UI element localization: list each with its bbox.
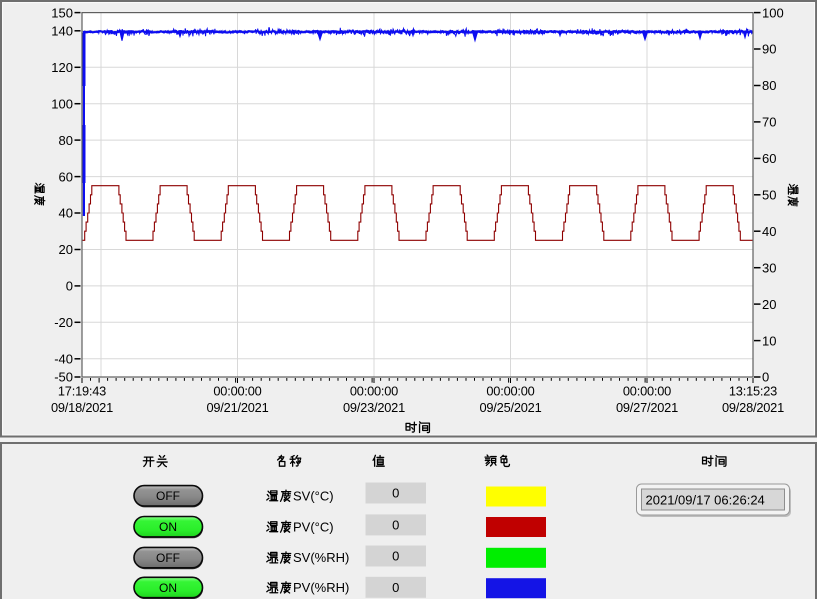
svg-text:09/23/2021: 09/23/2021 [343,400,405,415]
svg-text:70: 70 [762,115,776,130]
svg-text:09/21/2021: 09/21/2021 [206,400,268,415]
svg-text:09/27/2021: 09/27/2021 [616,400,678,415]
svg-text:140: 140 [51,24,73,39]
svg-text:120: 120 [51,60,73,75]
svg-text:80: 80 [59,133,73,148]
svg-text:100: 100 [762,5,784,20]
svg-text:0: 0 [66,279,73,294]
svg-text:09/18/2021: 09/18/2021 [51,400,113,415]
svg-text:SV(°C): SV(°C) [293,488,334,503]
svg-text:00:00:00: 00:00:00 [623,384,671,399]
svg-text:OFF: OFF [156,551,180,565]
svg-text:SV(%RH): SV(%RH) [293,550,349,565]
svg-text:-20: -20 [54,315,73,330]
svg-text:20: 20 [59,242,73,257]
svg-text:ON: ON [159,581,177,595]
svg-text:150: 150 [51,5,73,20]
svg-text:OFF: OFF [156,489,180,503]
svg-text:PV(°C): PV(°C) [293,519,334,534]
svg-text:0: 0 [392,518,399,533]
svg-text:09/25/2021: 09/25/2021 [479,400,541,415]
svg-text:80: 80 [762,78,776,93]
svg-text:-50: -50 [54,370,73,385]
svg-text:00:00:00: 00:00:00 [486,384,534,399]
svg-text:0: 0 [392,486,399,501]
svg-text:60: 60 [762,151,776,166]
svg-text:60: 60 [59,169,73,184]
svg-text:0: 0 [762,370,769,385]
svg-text:90: 90 [762,42,776,57]
svg-text:09/28/2021: 09/28/2021 [722,400,784,415]
svg-text:30: 30 [762,260,776,275]
svg-text:-40: -40 [54,352,73,367]
svg-text:17:19:43: 17:19:43 [58,384,106,399]
svg-text:ON: ON [159,520,177,534]
svg-text:100: 100 [51,96,73,111]
svg-text:PV(%RH): PV(%RH) [293,580,349,595]
svg-text:0: 0 [392,549,399,564]
svg-text:00:00:00: 00:00:00 [350,384,398,399]
svg-text:00:00:00: 00:00:00 [213,384,261,399]
svg-text:40: 40 [59,206,73,221]
svg-text:0: 0 [392,580,399,595]
svg-text:2021/09/17 06:26:24: 2021/09/17 06:26:24 [646,493,765,508]
svg-text:50: 50 [762,188,776,203]
svg-text:13:15:23: 13:15:23 [729,384,777,399]
svg-text:40: 40 [762,224,776,239]
svg-text:20: 20 [762,297,776,312]
svg-text:10: 10 [762,333,776,348]
